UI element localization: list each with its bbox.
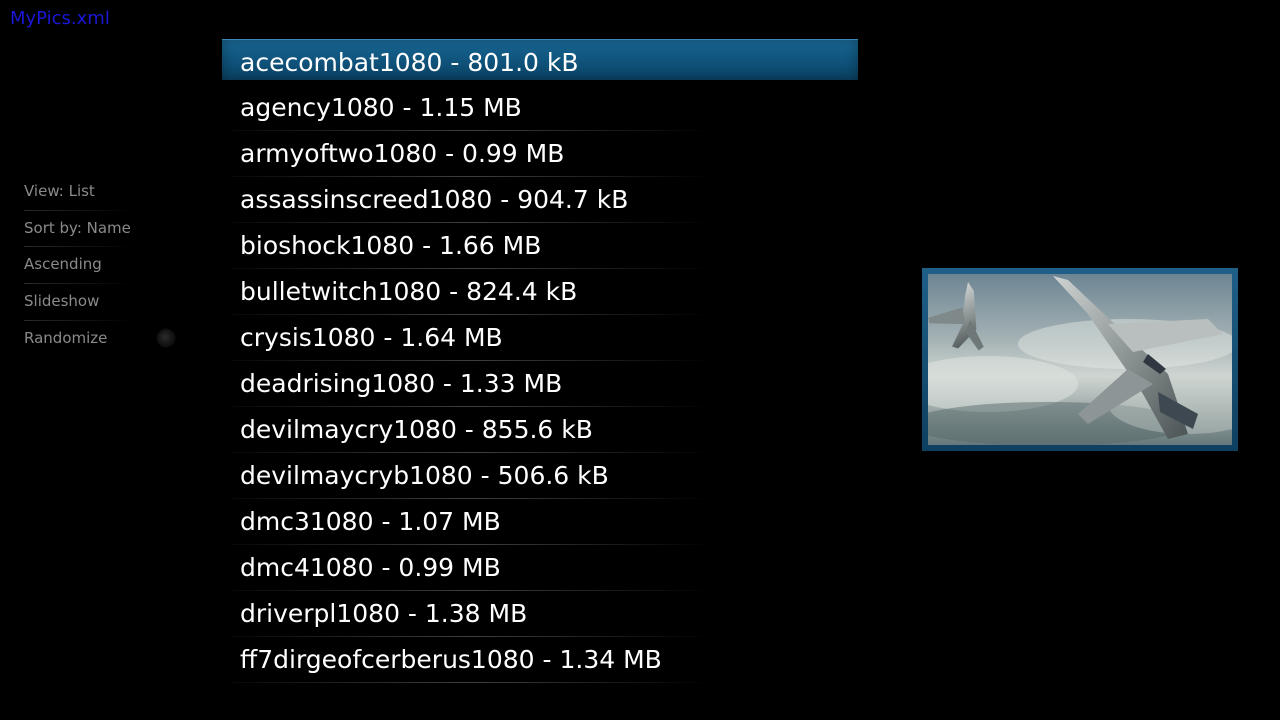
list-item[interactable]: assassinscreed1080 - 904.7 kB	[222, 177, 858, 223]
image-preview-frame	[922, 268, 1238, 451]
view-mode-label: View: List	[24, 182, 95, 200]
list-item[interactable]: bioshock1080 - 1.66 MB	[222, 223, 858, 269]
side-menu: View: List Sort by: Name Ascending Slide…	[24, 173, 184, 356]
media-browser-screen: MyPics.xml View: List Sort by: Name Asce…	[0, 0, 1280, 720]
list-item[interactable]: crysis1080 - 1.64 MB	[222, 315, 858, 361]
view-mode-button[interactable]: View: List	[24, 173, 184, 210]
list-item[interactable]: bulletwitch1080 - 824.4 kB	[222, 269, 858, 315]
list-item-label: armyoftwo1080 - 0.99 MB	[240, 139, 565, 168]
list-item-label: crysis1080 - 1.64 MB	[240, 323, 503, 352]
list-item-label: bulletwitch1080 - 824.4 kB	[240, 277, 578, 306]
list-item-label: dmc31080 - 1.07 MB	[240, 507, 501, 536]
list-item-selected[interactable]: acecombat1080 - 801.0 kB	[222, 39, 858, 80]
list-item-label: acecombat1080 - 801.0 kB	[240, 48, 579, 77]
list-item-label: devilmaycry1080 - 855.6 kB	[240, 415, 593, 444]
list-item-label: dmc41080 - 0.99 MB	[240, 553, 501, 582]
window-title: MyPics.xml	[10, 8, 110, 29]
list-item[interactable]: armyoftwo1080 - 0.99 MB	[222, 131, 858, 177]
list-item-label: deadrising1080 - 1.33 MB	[240, 369, 563, 398]
list-item-label: driverpl1080 - 1.38 MB	[240, 599, 528, 628]
sort-order-button[interactable]: Ascending	[24, 246, 184, 283]
file-list: acecombat1080 - 801.0 kB agency1080 - 1.…	[222, 39, 858, 683]
list-item-label: assassinscreed1080 - 904.7 kB	[240, 185, 629, 214]
randomize-toggle[interactable]: Randomize	[24, 319, 184, 357]
sort-order-label: Ascending	[24, 255, 102, 274]
list-item-label: ff7dirgeofcerberus1080 - 1.34 MB	[240, 645, 662, 674]
list-item[interactable]: ff7dirgeofcerberus1080 - 1.34 MB	[222, 637, 858, 683]
list-item-label: devilmaycryb1080 - 506.6 kB	[240, 461, 609, 490]
list-item[interactable]: devilmaycry1080 - 855.6 kB	[222, 407, 858, 453]
list-item[interactable]: driverpl1080 - 1.38 MB	[222, 591, 858, 637]
fighter-jets-thumbnail	[928, 274, 1232, 445]
list-item[interactable]: dmc31080 - 1.07 MB	[222, 499, 858, 545]
randomize-label: Randomize	[24, 328, 108, 347]
list-item[interactable]: dmc41080 - 0.99 MB	[222, 545, 858, 591]
list-item[interactable]: deadrising1080 - 1.33 MB	[222, 361, 858, 407]
sort-by-label: Sort by: Name	[24, 218, 131, 237]
slideshow-button[interactable]: Slideshow	[24, 283, 184, 320]
list-item[interactable]: agency1080 - 1.15 MB	[222, 85, 858, 131]
list-item-label: bioshock1080 - 1.66 MB	[240, 231, 542, 260]
sort-by-button[interactable]: Sort by: Name	[24, 209, 184, 247]
list-item-label: agency1080 - 1.15 MB	[240, 93, 522, 122]
fighter-jets-image	[928, 274, 1232, 445]
radio-button-icon[interactable]	[158, 329, 174, 346]
list-item[interactable]: devilmaycryb1080 - 506.6 kB	[222, 453, 858, 499]
slideshow-label: Slideshow	[24, 292, 100, 311]
